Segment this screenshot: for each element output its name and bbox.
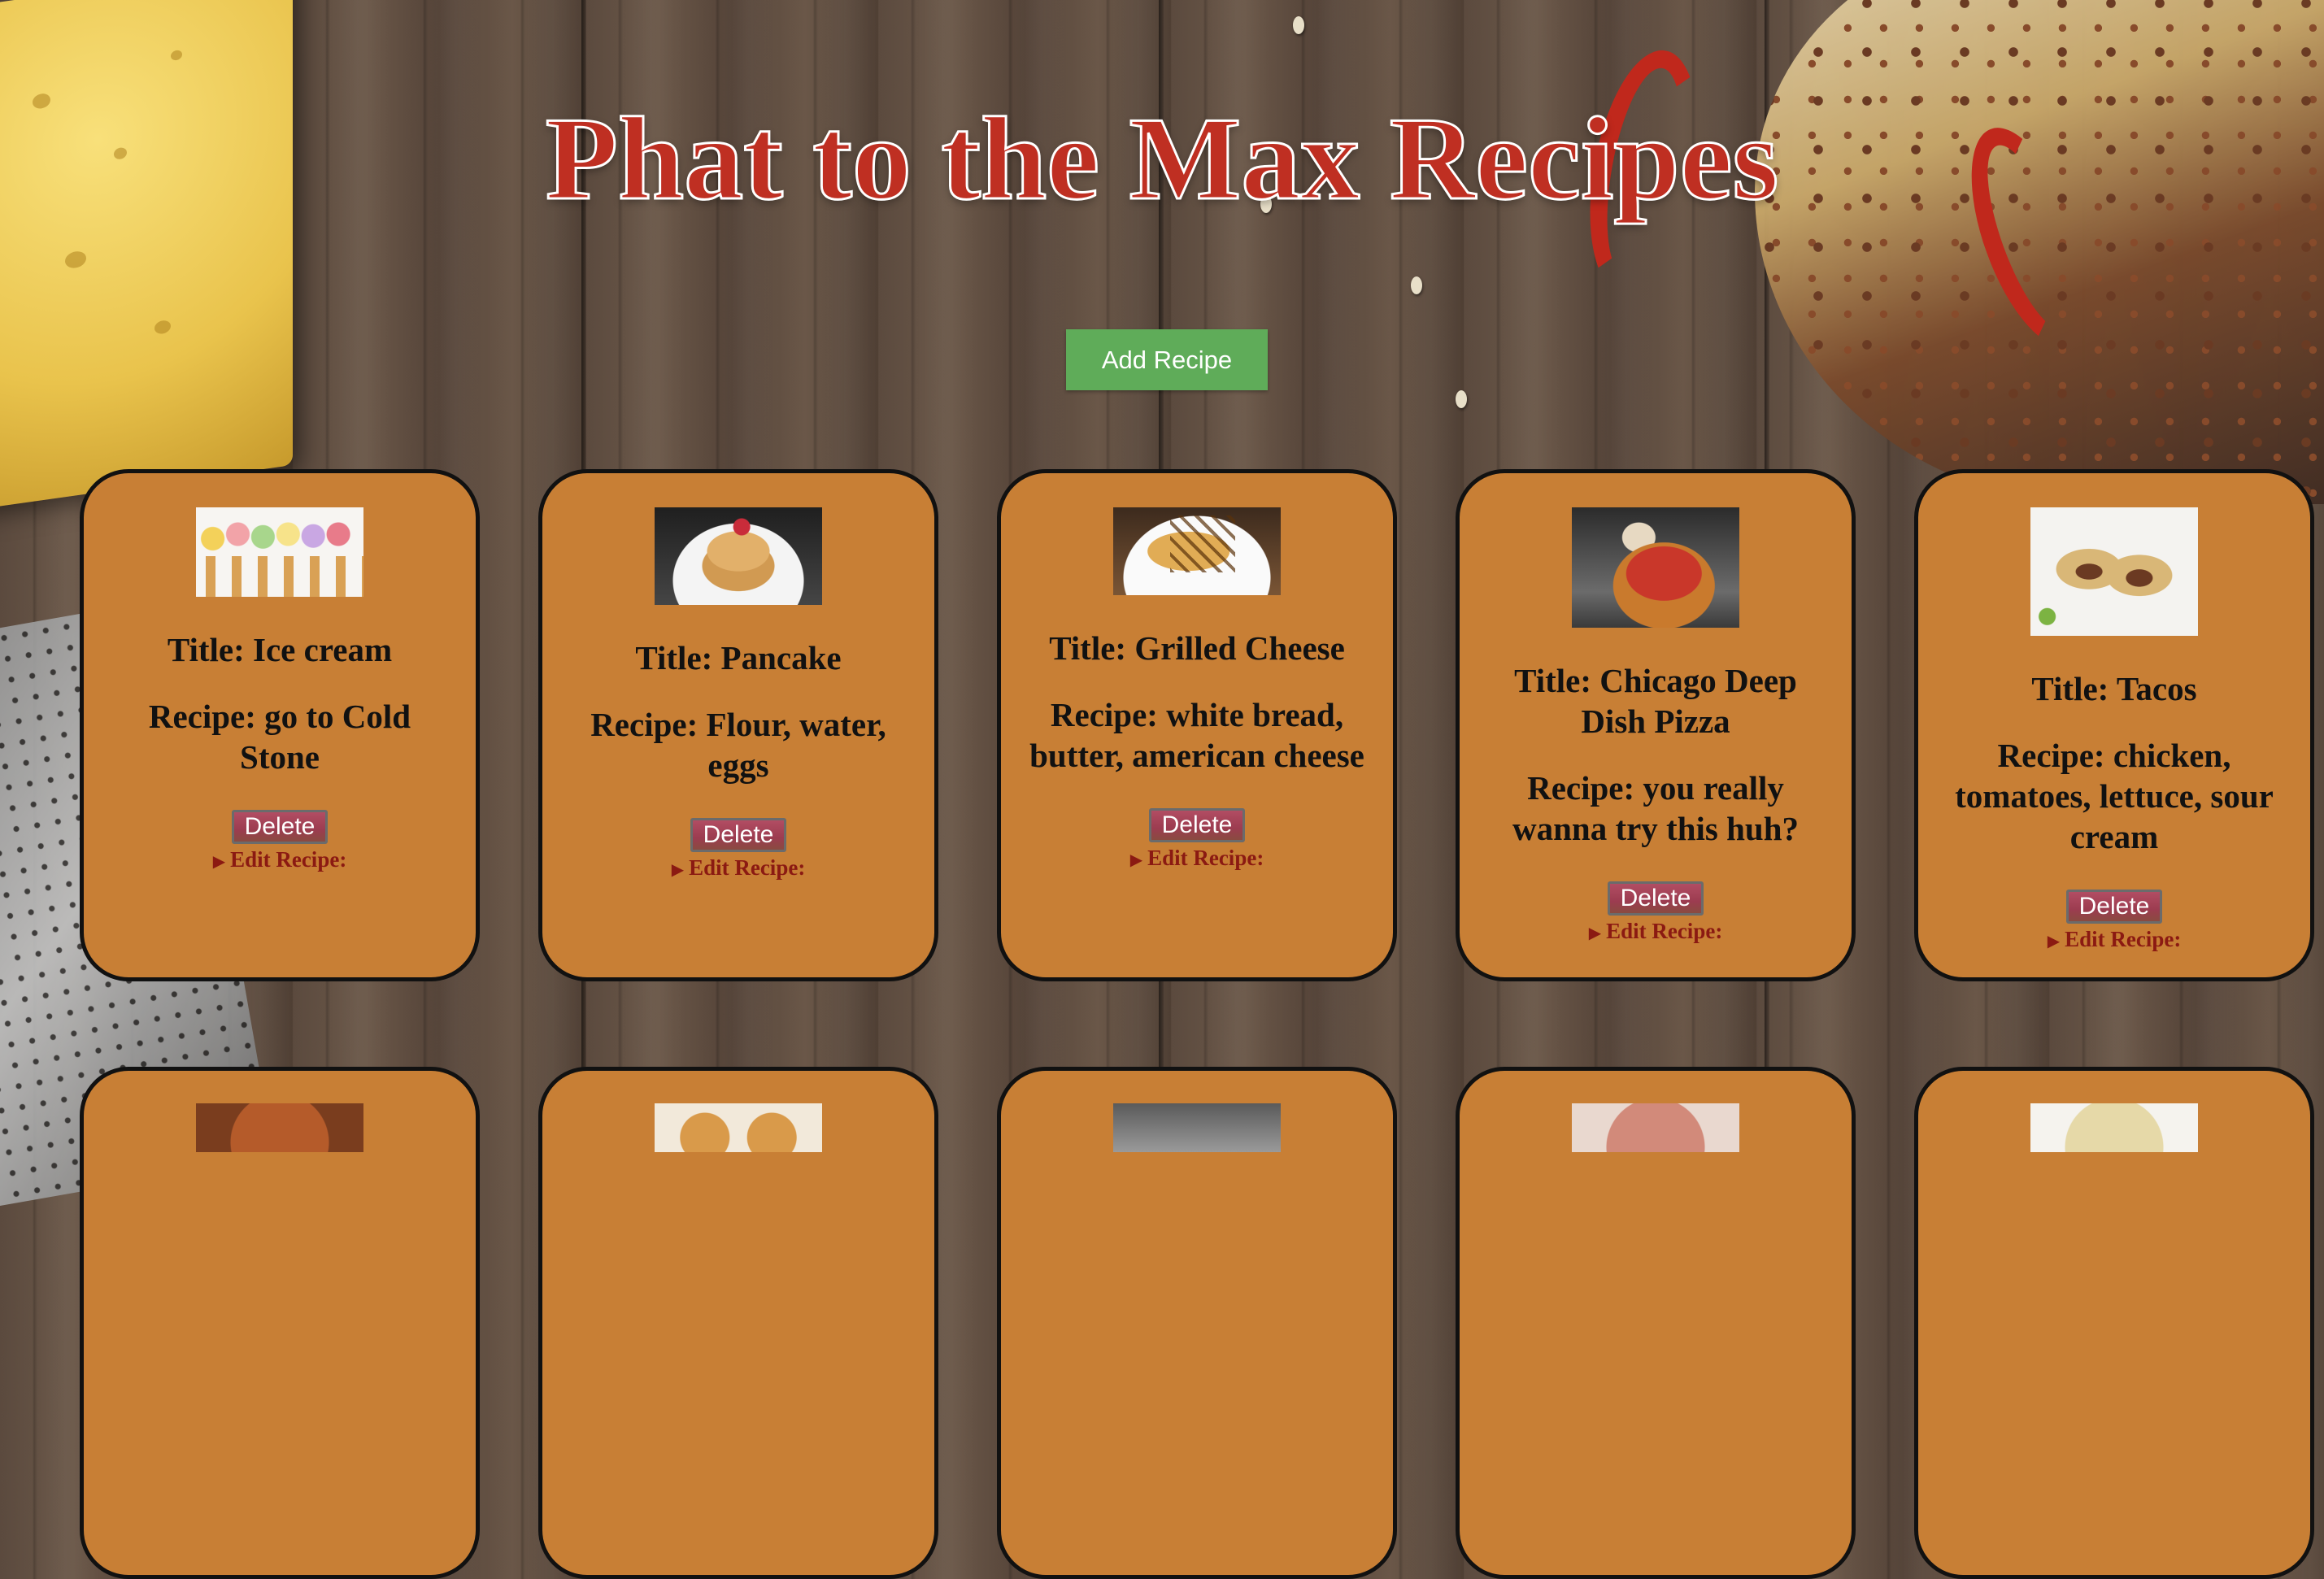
page-title: Phat to the Max Recipes [544, 92, 1779, 226]
delete-button[interactable]: Delete [1149, 808, 1245, 842]
recipe-card: Title: Pancake Recipe: Flour, water, egg… [538, 469, 938, 981]
recipe-thumbnail [2030, 507, 2198, 636]
recipe-card: Title: Ice cream Recipe: go to Cold Ston… [80, 469, 480, 981]
recipe-thumbnail [655, 507, 822, 605]
disclosure-triangle-icon: ▶ [671, 861, 685, 879]
recipe-text: Recipe: go to Cold Stone [148, 698, 411, 776]
disclosure-triangle-icon: ▶ [2047, 933, 2061, 950]
recipe-card: Title: Tacos Recipe: chicken, tomatoes, … [1914, 469, 2314, 981]
recipe-thumbnail [655, 1103, 822, 1152]
seed-decoration [1411, 276, 1422, 294]
delete-button[interactable]: Delete [1608, 881, 1704, 916]
recipe-text: Recipe: you really wanna try this huh? [1512, 769, 1800, 847]
disclosure-triangle-icon: ▶ [1129, 851, 1143, 869]
recipe-text: Recipe: white bread, butter, american ch… [1029, 696, 1364, 774]
disclosure-triangle-icon: ▶ [1588, 924, 1602, 942]
recipe-thumbnail [1572, 1103, 1739, 1152]
edit-recipe-toggle[interactable]: ▶ Edit Recipe: [213, 847, 347, 872]
recipe-card [1456, 1067, 1856, 1579]
edit-recipe-label: Edit Recipe: [230, 847, 347, 872]
edit-recipe-label: Edit Recipe: [1606, 919, 1723, 943]
recipe-title: Title: Ice cream [167, 631, 393, 668]
disclosure-triangle-icon: ▶ [212, 853, 226, 871]
recipe-thumbnail [1113, 1103, 1281, 1152]
edit-recipe-label: Edit Recipe: [1147, 846, 1264, 870]
recipe-card [1914, 1067, 2314, 1579]
recipe-card [538, 1067, 938, 1579]
edit-recipe-toggle[interactable]: ▶ Edit Recipe: [1130, 846, 1264, 871]
edit-recipe-toggle[interactable]: ▶ Edit Recipe: [2048, 927, 2182, 952]
edit-recipe-toggle[interactable]: ▶ Edit Recipe: [672, 855, 806, 881]
recipe-title: Title: Tacos [2031, 670, 2197, 707]
delete-button[interactable]: Delete [232, 810, 328, 844]
recipe-thumbnail [1113, 507, 1281, 595]
recipe-thumbnail [196, 507, 363, 597]
recipe-thumbnail [1572, 507, 1739, 628]
recipe-thumbnail [2030, 1103, 2198, 1152]
recipe-title: Title: Chicago Deep Dish Pizza [1514, 662, 1797, 740]
recipe-thumbnail [196, 1103, 363, 1152]
edit-recipe-label: Edit Recipe: [2065, 927, 2182, 951]
recipe-title: Title: Grilled Cheese [1049, 629, 1345, 667]
recipe-title: Title: Pancake [635, 639, 842, 676]
recipe-text: Recipe: chicken, tomatoes, lettuce, sour… [1955, 737, 2274, 855]
recipe-card [80, 1067, 480, 1579]
seed-decoration [1293, 16, 1304, 34]
seed-decoration [1456, 390, 1467, 408]
recipe-card [997, 1067, 1397, 1579]
edit-recipe-label: Edit Recipe: [689, 855, 806, 880]
add-recipe-button[interactable]: Add Recipe [1066, 329, 1268, 390]
recipe-card: Title: Grilled Cheese Recipe: white brea… [997, 469, 1397, 981]
recipe-text: Recipe: Flour, water, eggs [590, 706, 886, 784]
delete-button[interactable]: Delete [690, 818, 786, 852]
recipe-card: Title: Chicago Deep Dish Pizza Recipe: y… [1456, 469, 1856, 981]
edit-recipe-toggle[interactable]: ▶ Edit Recipe: [1589, 919, 1723, 944]
delete-button[interactable]: Delete [2066, 890, 2162, 924]
cheese-block-decoration [0, 0, 293, 511]
